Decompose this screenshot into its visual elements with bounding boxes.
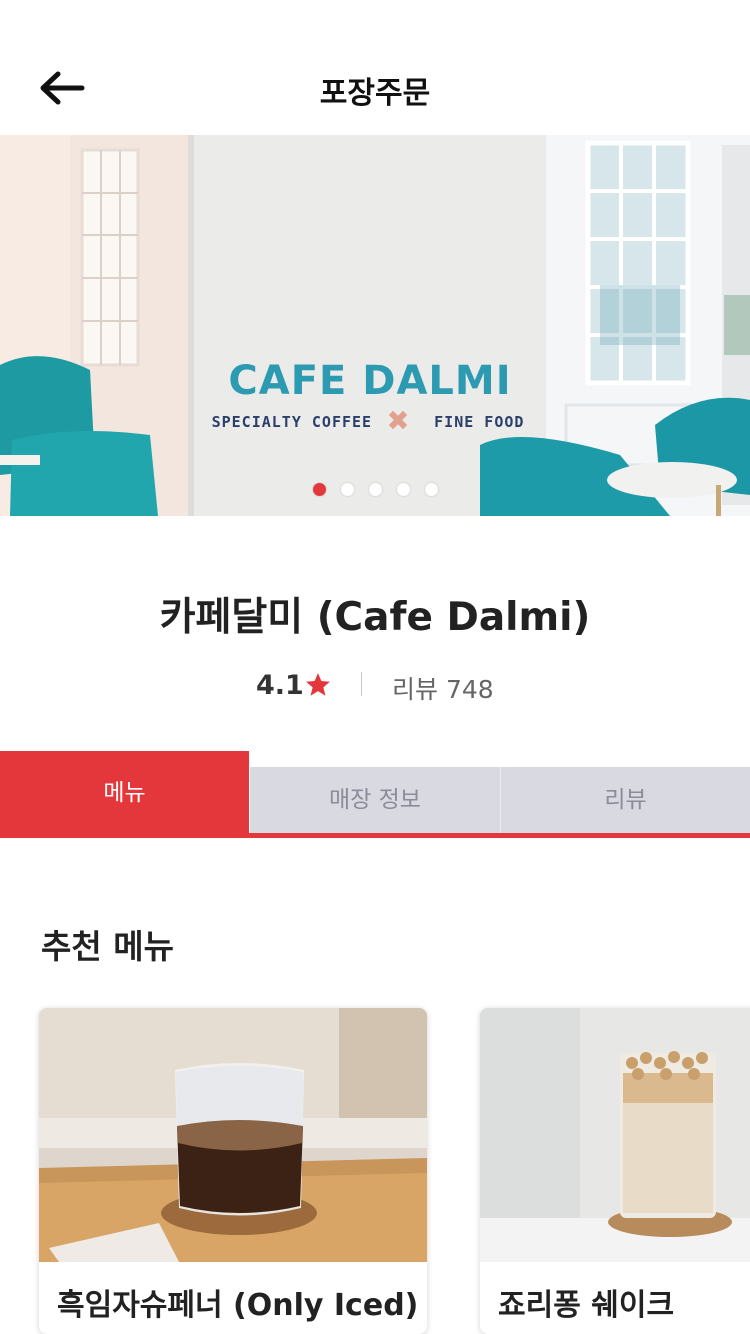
carousel-dot-3[interactable]: [368, 483, 382, 496]
menu-card[interactable]: 흑임자슈페너 (Only Iced): [39, 1008, 427, 1334]
rating-divider: [361, 672, 362, 696]
cafe-interior-photo: [0, 135, 750, 516]
tab-menu[interactable]: 메뉴: [0, 751, 249, 835]
carousel-dot-5[interactable]: [424, 483, 438, 496]
carousel-dot-4[interactable]: [396, 483, 410, 496]
menu-item-photo: [39, 1008, 427, 1262]
menu-card[interactable]: 죠리퐁 쉐이크: [480, 1008, 750, 1334]
tab-reviews[interactable]: 리뷰: [501, 767, 750, 833]
star-icon: [306, 673, 330, 696]
menu-item-name: 흑임자슈페너 (Only Iced): [57, 1288, 419, 1323]
sign-sub-left: SPECIALTY COFFEE: [211, 413, 373, 431]
cafe-sign-subtitle: SPECIALTY COFFEE FINE FOOD: [0, 413, 736, 431]
menu-item-name: 죠리퐁 쉐이크: [498, 1288, 675, 1323]
store-tabs: 메뉴 매장 정보 리뷰: [0, 751, 750, 839]
store-name: 카페달미 (Cafe Dalmi): [159, 595, 591, 640]
tab-store-info[interactable]: 매장 정보: [250, 767, 500, 833]
store-photo-carousel[interactable]: CAFE DALMI SPECIALTY COFFEE FINE FOOD: [0, 135, 750, 516]
rating-row: 4.1 리뷰 748: [0, 666, 750, 706]
review-count-link[interactable]: 리뷰 748: [392, 670, 494, 706]
page-title: 포장주문: [319, 76, 431, 111]
carousel-indicator: [0, 483, 750, 496]
carousel-dot-2[interactable]: [340, 483, 354, 496]
sign-sub-right: FINE FOOD: [434, 413, 525, 431]
carousel-dot-1[interactable]: [312, 483, 326, 496]
app-header: 포장주문: [0, 0, 750, 135]
tab-underline: [0, 833, 750, 838]
menu-item-photo: [480, 1008, 750, 1262]
rating-value: 4.1: [256, 670, 304, 701]
section-title-recommended: 추천 메뉴: [41, 927, 174, 966]
cafe-sign-title: CAFE DALMI: [228, 358, 512, 404]
